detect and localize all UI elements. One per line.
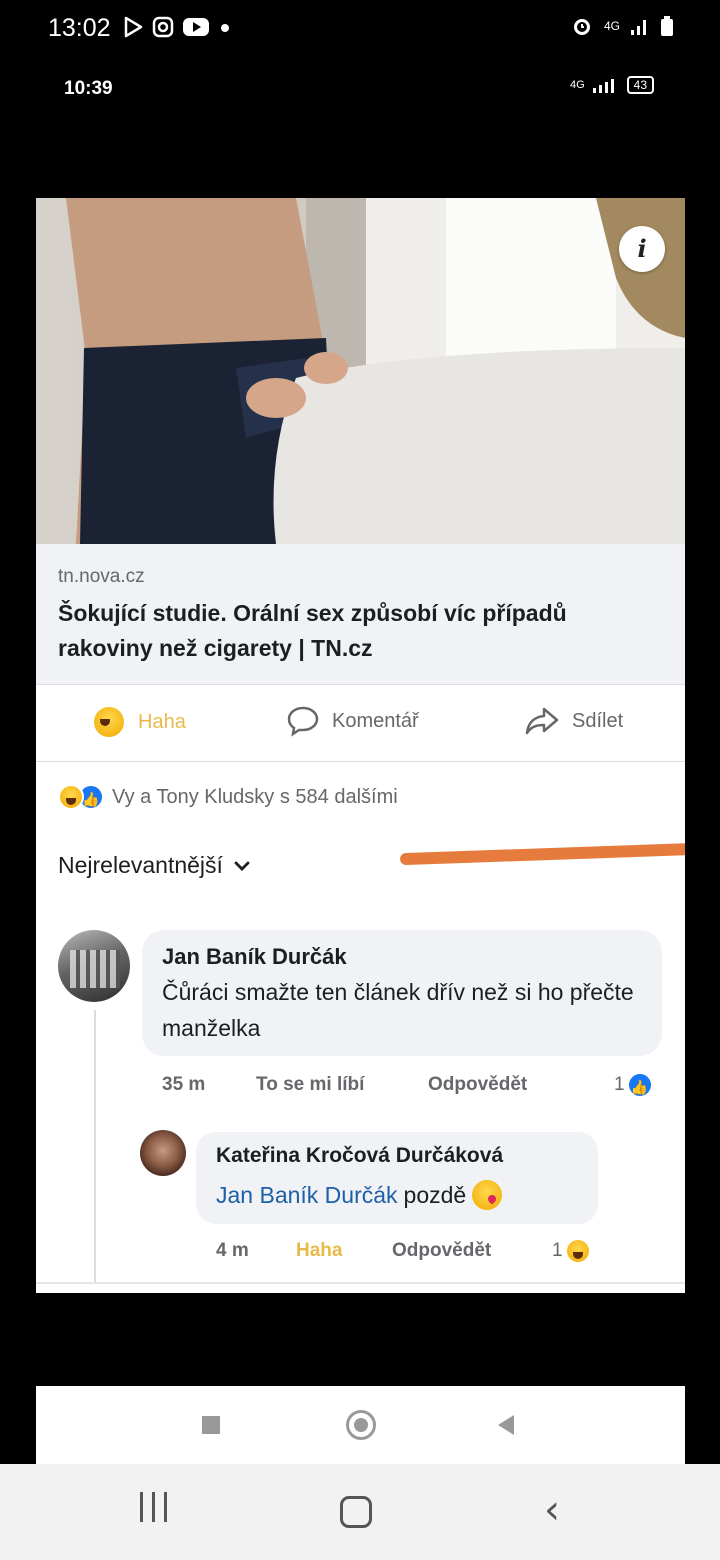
inner-navigation-bar [36, 1386, 685, 1464]
square-icon [202, 1416, 220, 1434]
youtube-icon [183, 18, 209, 36]
home-button[interactable] [340, 1496, 372, 1528]
annotation-stroke [399, 842, 685, 866]
outer-network-label: 4G [603, 19, 620, 33]
avatar[interactable] [58, 930, 130, 1002]
reply-button[interactable]: Odpovědět [428, 1074, 527, 1096]
haha-icon [564, 1238, 591, 1264]
inner-status-bar: 10:39 4G 43 [0, 70, 720, 110]
reaction-count: 1 [552, 1240, 563, 1261]
haha-icon [92, 705, 126, 739]
link-preview[interactable]: tn.nova.cz Šokující studie. Orální sex z… [36, 544, 685, 684]
comment-icon [287, 706, 319, 737]
inner-clock: 10:39 [64, 78, 113, 99]
comment-sort-dropdown[interactable]: Nejrelevantnější [58, 852, 251, 879]
play-store-icon [124, 16, 143, 38]
sort-label: Nejrelevantnější [58, 852, 223, 878]
comment-label: Komentář [332, 709, 419, 732]
divider [36, 1282, 685, 1284]
system-navigation-bar: ‹ [0, 1464, 720, 1560]
chevron-down-icon [234, 861, 250, 871]
circle-icon [346, 1410, 376, 1440]
post-action-bar: Haha Komentář Sdílet [36, 684, 685, 762]
signal-icon [631, 20, 646, 35]
like-icon: 👍 [626, 1072, 653, 1098]
recent-apps-button[interactable] [140, 1492, 167, 1522]
reply-author[interactable]: Kateřina Kročová Durčáková [216, 1144, 503, 1168]
reply-text: Jan Baník Durčák pozdě [216, 1180, 503, 1210]
outer-status-right: 4G [570, 14, 674, 38]
inner-network-label: 4G [569, 79, 585, 91]
triangle-back-icon [498, 1415, 514, 1435]
link-domain: tn.nova.cz [58, 566, 145, 587]
reply-thread-line [94, 1010, 96, 1282]
battery-icon [661, 16, 673, 36]
back-button[interactable]: ‹ [544, 1490, 560, 1530]
reply-time: 4 m [216, 1240, 249, 1261]
comment-bubble: Jan Baník Durčák Čůráci smažte ten článe… [142, 930, 662, 1056]
haha-reaction-button[interactable]: Haha [92, 705, 186, 739]
outer-status-bar: 13:02 4G [0, 0, 720, 60]
instagram-icon [152, 16, 174, 38]
reaction-summary-text: Vy a Tony Kludsky s 584 dalšími [112, 785, 398, 808]
reaction-summary[interactable]: 👍 Vy a Tony Kludsky s 584 dalšími [58, 784, 398, 810]
reply-reaction-count[interactable]: 1 [552, 1238, 591, 1264]
comment-button[interactable]: Komentář [286, 705, 419, 737]
comment-author[interactable]: Jan Baník Durčák [162, 944, 347, 970]
like-comment-button[interactable]: To se mi líbí [256, 1074, 364, 1096]
share-button[interactable]: Sdílet [524, 705, 623, 737]
comment-time: 35 m [162, 1074, 206, 1095]
reaction-icons: 👍 [58, 784, 104, 810]
inner-signal-icon [592, 79, 614, 93]
preview-photo [66, 198, 685, 544]
reply-button[interactable]: Odpovědět [392, 1240, 491, 1262]
dot-icon [221, 24, 229, 32]
post-card: i tn.nova.cz Šokující studie. Orální sex… [36, 198, 685, 1293]
haha-label: Haha [138, 710, 186, 733]
comment-text: Čůráci smažte ten článek dřív než si ho … [162, 979, 634, 1041]
kissing-face-icon [472, 1180, 503, 1210]
inner-status-right: 4G 43 [570, 76, 654, 94]
notification-icons [122, 16, 232, 38]
info-icon[interactable]: i [619, 226, 665, 272]
inner-battery: 43 [626, 76, 654, 94]
reaction-count: 1 [614, 1074, 625, 1095]
share-icon [525, 707, 559, 735]
comment-reaction-count[interactable]: 1 👍 [614, 1072, 653, 1098]
alarm-icon [573, 19, 590, 35]
avatar[interactable] [140, 1130, 186, 1176]
share-label: Sdílet [572, 709, 624, 732]
haha-reaction-icon [58, 784, 84, 810]
mention-link[interactable]: Jan Baník Durčák [216, 1182, 398, 1209]
reply-text-body: pozdě [403, 1181, 467, 1208]
outer-clock: 13:02 [48, 14, 111, 42]
haha-reply-button[interactable]: Haha [296, 1240, 342, 1262]
link-preview-image[interactable]: i [36, 198, 685, 544]
reply-bubble: Kateřina Kročová Durčáková Jan Baník Dur… [196, 1132, 598, 1224]
link-title: Šokující studie. Orální sex způsobí víc … [58, 600, 567, 661]
